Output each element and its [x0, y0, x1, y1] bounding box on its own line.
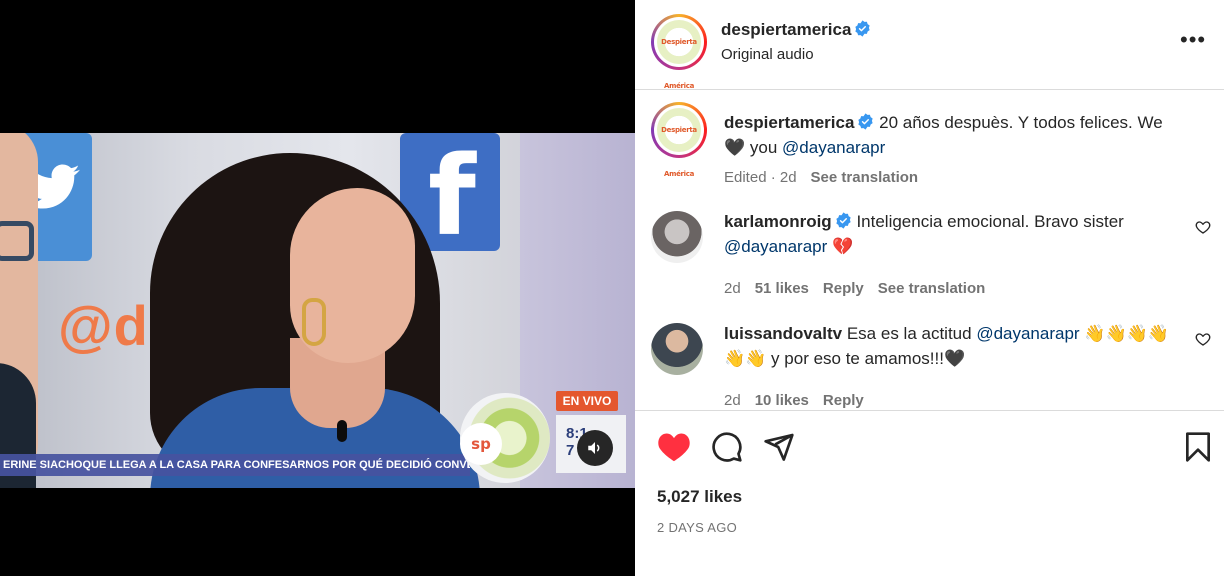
caption-author[interactable]: despiertamerica [724, 113, 854, 132]
comment-meta: 2d 10 likes Reply [724, 392, 878, 408]
comment-likes[interactable]: 10 likes [755, 392, 809, 408]
author-username[interactable]: despiertamerica [721, 20, 851, 39]
bookmark-icon[interactable] [1183, 431, 1213, 463]
presenter-earring [302, 298, 326, 346]
share-icon[interactable] [763, 431, 795, 463]
lapel-mic [337, 420, 347, 442]
author-avatar-logo: Despierta América [657, 20, 701, 90]
post-panel: Despierta América despiertamerica Origin… [635, 0, 1224, 576]
commenter-username[interactable]: karlamonroig [724, 212, 832, 231]
live-badge: EN VIVO [556, 391, 618, 411]
comment-like-heart-icon[interactable] [1195, 219, 1211, 235]
video-frame[interactable]: f @de am ERINE SIACHOQUE LLEGA A LA CASA… [0, 133, 635, 488]
comment-text-content: Inteligencia emocional. Bravo sister [856, 212, 1124, 231]
comment-icon[interactable] [711, 431, 743, 463]
host-glasses [0, 221, 34, 261]
news-ticker: ERINE SIACHOQUE LLEGA A LA CASA PARA CON… [0, 454, 470, 476]
verified-badge-icon [836, 212, 851, 229]
more-options-icon[interactable]: ••• [1180, 29, 1206, 51]
commenter-avatar[interactable] [651, 211, 703, 263]
post-author[interactable]: despiertamerica [721, 20, 871, 40]
verified-badge-icon [858, 113, 874, 130]
comment-meta: 2d 51 likes Reply See translation [724, 280, 999, 297]
author-avatar[interactable]: Despierta América [651, 14, 707, 90]
caption-meta: Edited · 2d See translation [724, 169, 932, 186]
facebook-icon: f [428, 133, 476, 260]
comment-like-heart-icon[interactable] [1195, 331, 1211, 347]
post-actions-bar [635, 428, 1224, 468]
reply-button[interactable]: Reply [823, 280, 864, 297]
heart-icon[interactable] [657, 431, 691, 463]
comment-time: 2d [724, 280, 741, 297]
caption-text-pre: 20 años despuès. Y todos felices. We [879, 113, 1163, 132]
verified-badge-icon [855, 20, 871, 37]
video-player[interactable]: f @de am ERINE SIACHOQUE LLEGA A LA CASA… [0, 0, 635, 576]
reply-button[interactable]: Reply [823, 392, 864, 408]
broken-heart-emoji: 💔 [827, 237, 854, 256]
post-date[interactable]: 2 DAYS AGO [657, 520, 737, 535]
caption-mention-link[interactable]: @dayanarapr [782, 138, 885, 157]
comment-mention-link[interactable]: @dayanarapr [724, 237, 827, 256]
see-translation-button[interactable]: See translation [878, 280, 986, 297]
caption-avatar-logo: Despierta América [657, 108, 701, 178]
comment-mention-link[interactable]: @dayanarapr [976, 324, 1079, 343]
black-heart-emoji: 🖤 [724, 138, 746, 157]
comment-text: luissandovaltv Esa es la actitud @dayana… [724, 321, 1184, 371]
comments-list[interactable]: Despierta América despiertamerica 20 año… [635, 90, 1224, 408]
comment-time: 2d [724, 392, 741, 408]
caption-see-translation[interactable]: See translation [811, 169, 919, 186]
comment-text-pre: Esa es la actitud [846, 324, 977, 343]
mute-button[interactable] [577, 430, 613, 466]
caption-text-mid: you [745, 138, 783, 157]
sp-badge: sp [460, 423, 502, 465]
comment-likes[interactable]: 51 likes [755, 280, 809, 297]
speaker-icon [588, 442, 600, 454]
actions-divider [635, 410, 1224, 411]
commenter-username[interactable]: luissandovaltv [724, 324, 842, 343]
original-audio-link[interactable]: Original audio [721, 46, 814, 63]
caption-edited-time: Edited · 2d [724, 169, 797, 186]
caption-text: despiertamerica 20 años despuès. Y todos… [724, 110, 1184, 160]
likes-count[interactable]: 5,027 likes [657, 487, 742, 507]
commenter-avatar[interactable] [651, 323, 703, 375]
comment-text: karlamonroig Inteligencia emocional. Bra… [724, 209, 1184, 259]
caption-author-avatar[interactable]: Despierta América [651, 102, 707, 178]
